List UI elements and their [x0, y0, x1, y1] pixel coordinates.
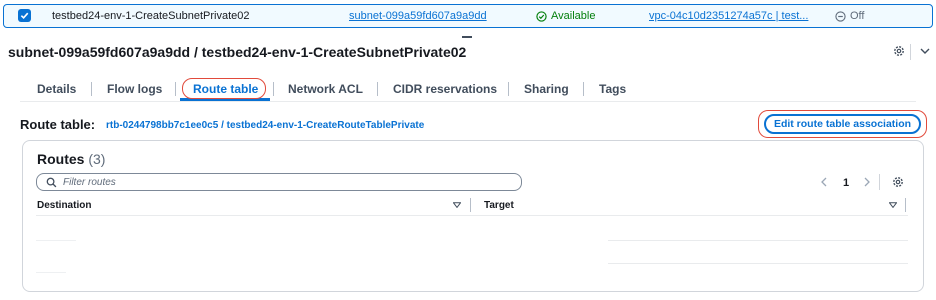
chevron-down-icon[interactable] — [920, 47, 930, 55]
subnet-id-link[interactable]: subnet-099a59fd607a9a9dd — [349, 10, 487, 22]
route-table-label: Route table: — [20, 117, 96, 132]
tab-network-acl[interactable]: Network ACL — [288, 82, 363, 96]
tab-separator — [175, 82, 176, 96]
column-resizer[interactable] — [905, 198, 906, 212]
check-circle-icon — [536, 10, 547, 22]
sort-icon[interactable] — [889, 202, 897, 208]
tab-flow-logs[interactable]: Flow logs — [107, 82, 162, 96]
routes-count: (3) — [88, 151, 106, 167]
row-checkbox[interactable] — [18, 9, 31, 22]
routes-heading: Routes (3) — [37, 151, 105, 167]
split-panel-drag-handle[interactable] — [462, 36, 472, 38]
state-cell: Available — [536, 10, 595, 22]
tab-separator — [273, 82, 274, 96]
block-public-access-cell: Off — [835, 10, 864, 22]
off-label: Off — [850, 10, 865, 22]
tab-sharing[interactable]: Sharing — [524, 82, 569, 96]
routes-title: Routes — [37, 151, 85, 167]
tab-details[interactable]: Details — [37, 82, 76, 96]
route-table-link[interactable]: rtb-0244798bb7c1ee0c5 / testbed24-env-1-… — [106, 120, 424, 131]
header-divider — [910, 44, 911, 60]
routes-panel — [22, 140, 924, 292]
table-row — [36, 240, 76, 241]
minus-circle-icon — [835, 10, 846, 22]
chevron-left-icon[interactable] — [820, 177, 828, 187]
chevron-right-icon[interactable] — [863, 177, 871, 187]
vpc-link[interactable]: vpc-04c10d2351274a57c | test... — [649, 10, 808, 22]
search-icon — [46, 177, 57, 188]
edit-button-highlight — [758, 110, 927, 138]
table-header-divider — [36, 215, 908, 216]
sort-icon[interactable] — [453, 202, 461, 208]
tabs-divider — [20, 101, 916, 102]
filter-routes-input[interactable] — [63, 175, 503, 189]
tab-separator — [508, 82, 509, 96]
detail-title: subnet-099a59fd607a9a9dd / testbed24-env… — [8, 44, 467, 60]
state-label: Available — [551, 10, 596, 22]
tab-separator — [91, 82, 92, 96]
settings-icon[interactable] — [893, 45, 905, 57]
check-icon — [20, 12, 29, 20]
tab-separator — [583, 82, 584, 96]
table-row — [608, 240, 908, 241]
subnet-name-cell: testbed24-env-1-CreateSubnetPrivate02 — [52, 10, 250, 22]
route-table-tab-highlight — [182, 78, 266, 99]
table-row — [36, 272, 66, 273]
column-resizer[interactable] — [470, 198, 471, 212]
current-page[interactable]: 1 — [843, 177, 849, 189]
tab-tags[interactable]: Tags — [599, 82, 626, 96]
table-row — [608, 263, 908, 264]
tab-separator — [377, 82, 378, 96]
tab-cidr-reservations[interactable]: CIDR reservations — [393, 82, 497, 96]
column-header-target[interactable]: Target — [484, 200, 514, 211]
table-settings-icon[interactable] — [892, 176, 904, 188]
pager-divider — [879, 174, 880, 190]
column-header-destination[interactable]: Destination — [37, 200, 91, 211]
